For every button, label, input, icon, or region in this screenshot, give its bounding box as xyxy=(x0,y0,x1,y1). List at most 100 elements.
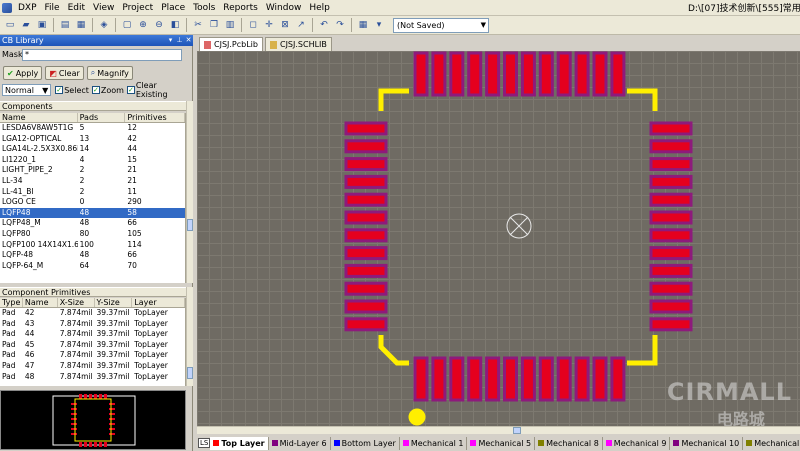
mask-label: Mask xyxy=(2,50,23,59)
zoom-in-icon[interactable]: ⊕ xyxy=(136,18,150,32)
table-row[interactable]: Pad 46 7.874mil 39.37mil TopLayer xyxy=(0,350,185,361)
canvas-horizontal-scrollbar[interactable] xyxy=(197,426,800,434)
undo-icon[interactable]: ↶ xyxy=(317,18,331,32)
layer-tab[interactable]: Mechanical 9 xyxy=(603,436,671,450)
scrollbar-thumb[interactable] xyxy=(187,219,193,231)
column-header-y-size[interactable]: Y-Size xyxy=(95,298,133,307)
paste-icon[interactable]: ▥ xyxy=(223,18,237,32)
table-row[interactable]: LL-41_BI 2 11 xyxy=(0,187,185,198)
pcb-canvas[interactable] xyxy=(197,51,800,426)
menu-reports[interactable]: Reports xyxy=(219,1,262,15)
scrollbar-thumb[interactable] xyxy=(513,427,521,434)
dxp-logo-icon[interactable] xyxy=(2,2,12,13)
current-layer-swatch[interactable]: LS xyxy=(198,438,211,448)
layer-tab[interactable]: Mechanical 10 xyxy=(670,436,744,450)
column-header-x-size[interactable]: X-Size xyxy=(58,298,95,307)
menu-place[interactable]: Place xyxy=(157,1,189,15)
pad-top xyxy=(485,51,501,97)
copy-icon[interactable]: ❐ xyxy=(207,18,221,32)
tab-schlib[interactable]: CJSJ.SCHLIB xyxy=(264,37,332,51)
close-icon[interactable]: ✕ xyxy=(184,35,193,46)
dropdown-arrow-icon[interactable]: ▾ xyxy=(372,18,386,32)
component-preview[interactable] xyxy=(0,390,186,450)
zoom-checkbox[interactable]: ✓ Zoom xyxy=(91,86,124,95)
table-row[interactable]: Pad 42 7.874mil 39.37mil TopLayer xyxy=(0,308,185,319)
layer-tab[interactable]: Mid-Layer 6 xyxy=(269,436,331,450)
column-header-layer[interactable]: Layer xyxy=(132,298,185,307)
table-row[interactable]: LQFP80 80 105 xyxy=(0,229,185,240)
clear-existing-checkbox[interactable]: ✓ Clear Existing xyxy=(126,81,190,99)
select-checkbox[interactable]: ✓ Select xyxy=(55,86,89,95)
new-file-icon[interactable]: ▭ xyxy=(3,18,17,32)
table-row[interactable]: Pad 47 7.874mil 39.37mil TopLayer xyxy=(0,361,185,372)
table-cell: Pad xyxy=(2,318,16,328)
table-row[interactable]: LQFP-48 48 66 xyxy=(0,250,185,261)
zoom-fit-icon[interactable]: ▢ xyxy=(120,18,134,32)
move-icon[interactable]: ✛ xyxy=(262,18,276,32)
table-row[interactable]: LQFP-64_M 64 70 xyxy=(0,261,185,272)
table-row[interactable]: LGA12-OPTICAL 13 42 xyxy=(0,134,185,145)
menu-tools[interactable]: Tools xyxy=(189,1,219,15)
menu-view[interactable]: View xyxy=(89,1,118,15)
table-row[interactable]: Pad 48 7.874mil 39.37mil TopLayer xyxy=(0,372,185,383)
column-header-name[interactable]: Name xyxy=(23,298,58,307)
layer-tab[interactable]: Bottom Layer xyxy=(331,436,400,450)
menu-project[interactable]: Project xyxy=(118,1,157,15)
print-icon[interactable]: ▤ xyxy=(58,18,72,32)
primitives-scrollbar[interactable] xyxy=(186,287,193,386)
table-row[interactable]: LQFP48_M 48 66 xyxy=(0,218,185,229)
grid-icon[interactable]: ▦ xyxy=(356,18,370,32)
magnify-button[interactable]: ⌕ Magnify xyxy=(86,66,133,80)
pad-top xyxy=(503,51,518,97)
table-cell: 13 xyxy=(79,133,90,143)
table-row[interactable]: LI1220_1 4 15 xyxy=(0,155,185,166)
layer-tab[interactable]: Mechanical 1 xyxy=(400,436,468,450)
open-folder-icon[interactable]: ▰ xyxy=(19,18,33,32)
tab-pcblib[interactable]: CJSJ.PcbLib xyxy=(199,37,263,51)
cross-probe-icon[interactable]: ↗ xyxy=(294,18,308,32)
column-header-primitives[interactable]: Primitives xyxy=(125,113,185,122)
select-rect-icon[interactable]: ◻ xyxy=(246,18,260,32)
layer-tab[interactable]: Mechanical 5 xyxy=(467,436,536,450)
clear-button[interactable]: ◩ Clear xyxy=(45,66,84,80)
deselect-icon[interactable]: ⊠ xyxy=(278,18,292,32)
layer-tab[interactable]: Mechanical 8 xyxy=(535,436,603,450)
table-row[interactable]: LQFP100 14X14X1.6 100 114 xyxy=(0,240,185,251)
table-row[interactable]: LQFP48 48 58 xyxy=(0,207,185,219)
redo-icon[interactable]: ↷ xyxy=(333,18,347,32)
column-header-type[interactable]: Type xyxy=(0,298,23,307)
menu-file[interactable]: File xyxy=(41,1,64,15)
panel-menu-icon[interactable]: ▾ xyxy=(166,35,175,46)
layer-tab[interactable]: Mechanical 12 xyxy=(743,437,800,450)
table-row[interactable]: LESDA6V8AW5T1G 5 12 xyxy=(0,123,185,134)
cut-icon[interactable]: ✂ xyxy=(191,18,205,32)
layer-stack-icon[interactable]: ◈ xyxy=(97,18,111,32)
zoom-out-icon[interactable]: ⊖ xyxy=(152,18,166,32)
filter-options: Normal ▼ ✓ Select ✓ Zoom ✓ Clear Existin… xyxy=(0,81,193,99)
menu-help[interactable]: Help xyxy=(305,1,334,15)
column-header-name[interactable]: Name xyxy=(0,113,78,122)
column-header-pads[interactable]: Pads xyxy=(78,113,126,122)
table-row[interactable]: Pad 43 7.874mil 39.37mil TopLayer xyxy=(0,319,185,330)
apply-button[interactable]: ✔ Apply xyxy=(3,66,43,80)
pin-icon[interactable]: ⊥ xyxy=(175,35,184,46)
menu-dxp[interactable]: DXP xyxy=(14,1,41,15)
table-row[interactable]: Pad 45 7.874mil 39.37mil TopLayer xyxy=(0,340,185,351)
variant-select[interactable]: (Not Saved) ▼ xyxy=(393,17,489,33)
table-row[interactable]: LL-34 2 21 xyxy=(0,176,185,187)
table-row[interactable]: LIGHT_PIPE_2 2 21 xyxy=(0,165,185,176)
scrollbar-thumb[interactable] xyxy=(187,367,193,379)
table-row[interactable]: Pad 44 7.874mil 39.37mil TopLayer xyxy=(0,329,185,340)
table-row[interactable]: LGA14L-2.5X3X0.86P0.514 44 xyxy=(0,144,185,155)
layer-tab[interactable]: Top Layer xyxy=(210,436,269,450)
mask-input[interactable]: * xyxy=(22,48,182,61)
components-scrollbar[interactable] xyxy=(186,101,193,283)
mode-select[interactable]: Normal ▼ xyxy=(2,84,52,96)
zoom-area-icon[interactable]: ◧ xyxy=(168,18,182,32)
menu-window[interactable]: Window xyxy=(262,1,306,15)
pad-right xyxy=(649,317,693,332)
table-row[interactable]: LOGO CE 0 290 xyxy=(0,197,185,208)
print-preview-icon[interactable]: ▦ xyxy=(74,18,88,32)
menu-edit[interactable]: Edit xyxy=(64,1,89,15)
save-icon[interactable]: ▣ xyxy=(35,18,49,32)
